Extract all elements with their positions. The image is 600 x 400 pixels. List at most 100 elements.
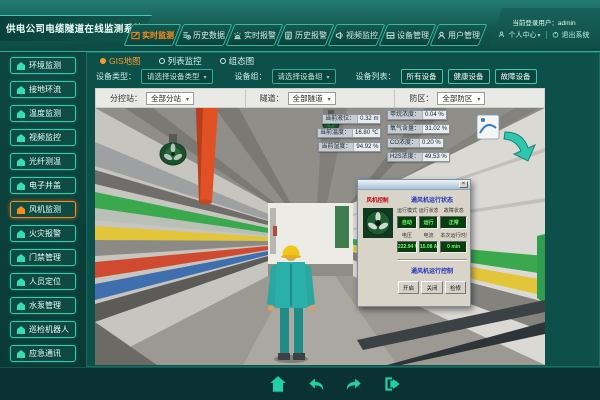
sensor-value: 94.92 % — [353, 143, 380, 151]
house-icon — [17, 278, 25, 286]
back-icon[interactable] — [306, 374, 326, 394]
fan-maintenance-button[interactable]: 检修 — [445, 281, 466, 294]
sensor-readouts-left: 当前液位：0.32 m 当前温度：16.80 ℃ 当前湿度：94.92 % — [317, 114, 381, 152]
view-mode-radios: GIS地图 列表监控 组态图 — [100, 55, 254, 67]
fan-control-title: 通风机运行控制 — [397, 266, 467, 275]
sidebar-item-water-pump[interactable]: 水泵管理 — [10, 297, 76, 314]
right-green-pipe — [537, 234, 545, 304]
realtime-alarm-icon — [233, 31, 242, 40]
device-list-label: 设备列表： — [356, 71, 396, 82]
sidebar-item-electronic-manhole[interactable]: 电子井盖 — [10, 177, 76, 194]
all-devices-button[interactable]: 所有设备 — [401, 69, 443, 84]
tab-video-monitor[interactable]: 视频监控 — [332, 24, 381, 46]
user-manage-icon — [437, 31, 446, 40]
sidebar-item-label: 温度监测 — [29, 108, 61, 119]
house-icon — [17, 350, 25, 358]
house-icon — [17, 182, 25, 190]
sidebar-item-personnel-location[interactable]: 人员定位 — [10, 273, 76, 290]
tab-label: 视频监控 — [346, 30, 378, 41]
sidebar-item-env-monitoring[interactable]: 环境监测 — [10, 57, 76, 74]
house-icon — [17, 302, 25, 310]
zone-select[interactable]: 全部防区 — [437, 92, 485, 105]
personal-center-menu[interactable]: 个人中心 — [508, 30, 540, 40]
tunnel-select[interactable]: 全部隧道 — [288, 92, 336, 105]
zone-label: 防区： — [409, 93, 433, 104]
sensor-label: 当前液位： — [323, 115, 357, 123]
tab-history-alarm[interactable]: 历史报警 — [281, 24, 330, 46]
tab-history-data[interactable]: 历史数据 — [179, 24, 228, 46]
video-monitor-icon — [335, 31, 344, 40]
home-icon[interactable] — [268, 374, 288, 394]
station-select[interactable]: 全部分站 — [146, 92, 194, 105]
sidebar-item-fiber-temperature[interactable]: 光纤测温 — [10, 153, 76, 170]
fan-metric-grid: 电压 电流 本次运行时间 222.94 V 15.08 A 0 min — [397, 232, 467, 253]
person-icon — [498, 31, 505, 38]
radio-gis-map[interactable]: GIS地图 — [100, 55, 141, 67]
sensor-label: CO浓度： — [388, 139, 419, 147]
sensor-value: 0.04 % — [422, 111, 446, 119]
run-state-value: 运行 — [419, 216, 439, 229]
fault-devices-button[interactable]: 故障设备 — [495, 69, 537, 84]
house-icon — [17, 62, 25, 70]
forward-icon[interactable] — [344, 374, 364, 394]
tab-label: 历史报警 — [295, 30, 327, 41]
tab-realtime-monitor[interactable]: 实时监测 — [128, 24, 177, 46]
sidebar-item-label: 火灾报警 — [29, 228, 61, 239]
current-value: 15.08 A — [419, 241, 439, 253]
sidebar-item-label: 光纤测温 — [29, 156, 61, 167]
sidebar-item-ground-circulation[interactable]: 接地环流 — [10, 81, 76, 98]
sidebar-item-access-control[interactable]: 门禁管理 — [10, 249, 76, 266]
fault-state-label: 故障状态 — [440, 207, 467, 214]
sensor-value: 31.02 % — [422, 125, 449, 133]
sidebar-item-label: 风机监测 — [29, 204, 61, 215]
sidebar-item-inspection-robot[interactable]: 巡检机器人 — [10, 321, 76, 338]
temperature-readout: 当前温度：16.80 ℃ — [317, 128, 381, 138]
tunnel-label: 隧道： — [260, 93, 284, 104]
location-filter-bar: 分控站： 全部分站 隧道： 全部隧道 防区： 全部防区 — [95, 88, 545, 108]
healthy-devices-button[interactable]: 健康设备 — [448, 69, 490, 84]
radio-scada-view[interactable]: 组态图 — [220, 55, 255, 67]
right-wall-sign — [477, 115, 499, 139]
sidebar-item-label: 应急通讯 — [29, 348, 61, 359]
dialog-titlebar[interactable]: × — [358, 180, 470, 190]
fan-image — [363, 208, 393, 238]
sidebar-item-fire-alarm[interactable]: 火灾报警 — [10, 225, 76, 242]
sidebar-item-temperature-monitoring[interactable]: 温度监测 — [10, 105, 76, 122]
fan-stop-button[interactable]: 关闭 — [421, 281, 442, 294]
sidebar-item-label: 电子井盖 — [29, 180, 61, 191]
tab-realtime-alarm[interactable]: 实时报警 — [230, 24, 279, 46]
exit-icon[interactable] — [382, 374, 402, 394]
radio-dot-icon — [220, 58, 226, 64]
tab-user-manage[interactable]: 用户管理 — [434, 24, 483, 46]
device-type-label: 设备类型： — [96, 71, 136, 82]
sensor-value: 16.80 ℃ — [352, 129, 380, 137]
house-icon — [17, 206, 25, 214]
sensor-label: H2S浓度： — [388, 153, 422, 161]
close-icon[interactable]: × — [459, 181, 468, 188]
logout-button[interactable]: 退出系统 — [562, 30, 590, 40]
device-group-select[interactable]: 请选择设备组 — [272, 69, 336, 84]
fan-start-button[interactable]: 开启 — [398, 281, 419, 294]
device-type-select[interactable]: 请选择设备类型 — [141, 69, 213, 84]
sidebar-item-emergency-comm[interactable]: 应急通讯 — [10, 345, 76, 362]
tab-label: 设备管理 — [397, 30, 429, 41]
tab-label: 用户管理 — [448, 30, 480, 41]
user-panel: 当前登录用户：admin 个人中心 退出系统 — [488, 8, 600, 48]
fan-status-grid: 运行模式 运行状态 故障状态 自动 运行 正常 — [397, 207, 467, 229]
main-panel: GIS地图 列表监控 组态图 设备类型： 请选择设备类型 设备组： 请选择设备组… — [86, 52, 600, 367]
radio-label: GIS地图 — [109, 55, 141, 67]
voltage-label: 电压 — [397, 232, 417, 239]
tab-device-manage[interactable]: 设备管理 — [383, 24, 432, 46]
run-mode-value: 自动 — [397, 216, 417, 229]
device-filter-row: 设备类型： 请选择设备类型 设备组： 请选择设备组 设备列表： 所有设备 健康设… — [96, 69, 537, 84]
tunnel-3d-scene[interactable]: 当前液位：0.32 m 当前温度：16.80 ℃ 当前湿度：94.92 % 甲烷… — [95, 108, 545, 365]
voltage-value: 222.94 V — [397, 241, 417, 253]
radio-label: 列表监控 — [168, 55, 202, 67]
radio-list-monitor[interactable]: 列表监控 — [159, 55, 202, 67]
power-icon — [552, 31, 559, 38]
h2s-readout: H2S浓度：49.53 % — [387, 152, 450, 162]
dialog-body: 风机控制 通风机运行状态 — [358, 190, 470, 306]
sidebar-item-video-surveillance[interactable]: 视频监控 — [10, 129, 76, 146]
sensor-value: 0.20 % — [419, 139, 443, 147]
sidebar-item-fan-monitoring[interactable]: 风机监测 — [10, 201, 76, 218]
